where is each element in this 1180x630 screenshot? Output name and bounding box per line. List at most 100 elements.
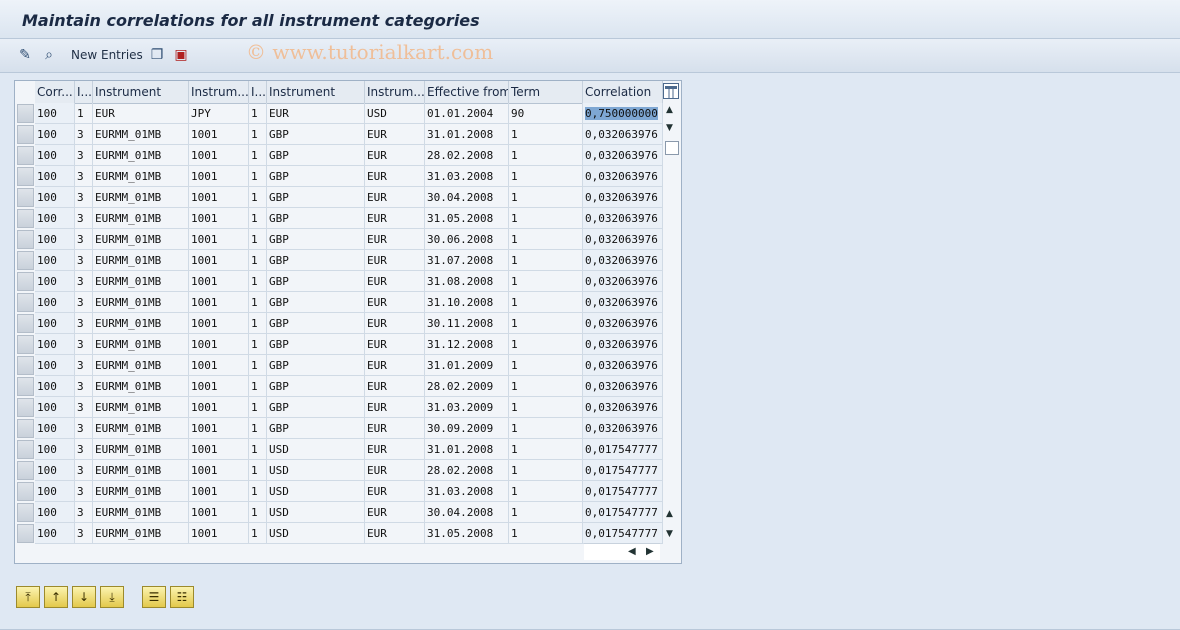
row-selector[interactable] bbox=[17, 251, 34, 270]
table-row[interactable]: 100 3 EURMM_01MB 1001 1 GBP EUR 31.01.2009 1 0,03… bbox=[15, 355, 681, 376]
scroll-down-icon[interactable]: ▼ bbox=[666, 529, 673, 539]
header-effective-from-col[interactable]: Effective from bbox=[425, 81, 509, 103]
row-selector[interactable] bbox=[17, 503, 34, 522]
copy-icon[interactable]: ❐ bbox=[148, 46, 166, 64]
find-icon[interactable]: ⌕ bbox=[40, 46, 58, 64]
cell-cat1-col: 3 bbox=[75, 334, 93, 355]
row-selector[interactable] bbox=[17, 482, 34, 501]
table-row[interactable]: 100 3 EURMM_01MB 1001 1 GBP EUR 30.09.2009 1 0,03… bbox=[15, 418, 681, 439]
row-selector[interactable] bbox=[17, 377, 34, 396]
header-correlation-col[interactable]: Correlation bbox=[583, 81, 663, 103]
table-row[interactable]: 100 3 EURMM_01MB 1001 1 GBP EUR 28.02.2009 1 0,03… bbox=[15, 376, 681, 397]
cell-correlation-col[interactable]: 0,750000000 bbox=[583, 103, 663, 124]
header-instrum1-col[interactable]: Instrum... bbox=[189, 81, 249, 103]
row-selector[interactable] bbox=[17, 272, 34, 291]
table-row[interactable]: 100 3 EURMM_01MB 1001 1 GBP EUR 30.11.2008 1 0,03… bbox=[15, 313, 681, 334]
cell-instrum2-col: EUR bbox=[365, 481, 425, 502]
cell-correlation-col[interactable]: 0,017547777 bbox=[583, 460, 663, 481]
table-row[interactable]: 100 3 EURMM_01MB 1001 1 GBP EUR 31.01.2008 1 0,03… bbox=[15, 124, 681, 145]
cell-cat1-col: 3 bbox=[75, 166, 93, 187]
table-row[interactable]: 100 3 EURMM_01MB 1001 1 GBP EUR 31.07.2008 1 0,03… bbox=[15, 250, 681, 271]
scroll-up-icon[interactable]: ▲ bbox=[666, 105, 673, 115]
table-row[interactable]: 100 3 EURMM_01MB 1001 1 GBP EUR 30.06.2008 1 0,03… bbox=[15, 229, 681, 250]
header-term-col[interactable]: Term bbox=[509, 81, 583, 103]
table-row[interactable]: 100 3 EURMM_01MB 1001 1 GBP EUR 31.05.2008 1 0,03… bbox=[15, 208, 681, 229]
row-selector[interactable] bbox=[17, 209, 34, 228]
cell-value: 28.02.2009 bbox=[427, 380, 494, 393]
row-selector[interactable] bbox=[17, 230, 34, 249]
row-selector[interactable] bbox=[17, 419, 34, 438]
first-page-button[interactable]: ⤒ bbox=[16, 586, 40, 608]
cell-correlation-col[interactable]: 0,032063976 bbox=[583, 166, 663, 187]
previous-page-button[interactable]: ↑ bbox=[44, 586, 68, 608]
cell-correlation-col[interactable]: 0,017547777 bbox=[583, 439, 663, 460]
cell-correlation-col[interactable]: 0,032063976 bbox=[583, 250, 663, 271]
row-selector[interactable] bbox=[17, 293, 34, 312]
cell-correlation-col[interactable]: 0,032063976 bbox=[583, 397, 663, 418]
table-row[interactable]: 100 3 EURMM_01MB 1001 1 GBP EUR 31.03.2008 1 0,03… bbox=[15, 166, 681, 187]
row-selector[interactable] bbox=[17, 524, 34, 543]
table-row[interactable]: 100 1 EUR JPY 1 EUR USD 01.01.2004 90 0,750000000 bbox=[15, 103, 681, 124]
cell-value: 100 bbox=[37, 401, 57, 414]
scroll-up-bottom-icon[interactable]: ▲ bbox=[666, 509, 673, 519]
row-selector[interactable] bbox=[17, 440, 34, 459]
select-all-button[interactable]: ☰ bbox=[142, 586, 166, 608]
table-settings-icon[interactable] bbox=[663, 83, 679, 99]
row-selector[interactable] bbox=[17, 314, 34, 333]
new-entries-button[interactable]: New Entries bbox=[71, 48, 143, 62]
table-row[interactable]: 100 3 EURMM_01MB 1001 1 GBP EUR 28.02.2008 1 0,03… bbox=[15, 145, 681, 166]
cell-correlation-col[interactable]: 0,032063976 bbox=[583, 124, 663, 145]
header-corr-col[interactable]: Corr... bbox=[35, 81, 75, 103]
cell-correlation-col[interactable]: 0,032063976 bbox=[583, 355, 663, 376]
last-page-button[interactable]: ⤓ bbox=[100, 586, 124, 608]
next-page-button[interactable]: ↓ bbox=[72, 586, 96, 608]
row-selector[interactable] bbox=[17, 146, 34, 165]
cell-correlation-col[interactable]: 0,017547777 bbox=[583, 481, 663, 502]
header-instrument1-col[interactable]: Instrument bbox=[93, 81, 189, 103]
cell-correlation-col[interactable]: 0,032063976 bbox=[583, 334, 663, 355]
table-row[interactable]: 100 3 EURMM_01MB 1001 1 USD EUR 31.05.2008 1 0,01… bbox=[15, 523, 681, 544]
cell-correlation-col[interactable]: 0,032063976 bbox=[583, 313, 663, 334]
cell-correlation-col[interactable]: 0,017547777 bbox=[583, 523, 663, 544]
table-row[interactable]: 100 3 EURMM_01MB 1001 1 USD EUR 30.04.2008 1 0,01… bbox=[15, 502, 681, 523]
cell-correlation-col[interactable]: 0,032063976 bbox=[583, 292, 663, 313]
cell-correlation-col[interactable]: 0,032063976 bbox=[583, 418, 663, 439]
table-row[interactable]: 100 3 EURMM_01MB 1001 1 USD EUR 28.02.2008 1 0,01… bbox=[15, 460, 681, 481]
table-row[interactable]: 100 3 EURMM_01MB 1001 1 GBP EUR 31.12.2008 1 0,03… bbox=[15, 334, 681, 355]
row-selector[interactable] bbox=[17, 335, 34, 354]
header-instrum2-col[interactable]: Instrum... bbox=[365, 81, 425, 103]
scroll-right-icon[interactable]: ▶ bbox=[646, 546, 654, 557]
header-cat1-col[interactable]: I... bbox=[75, 81, 93, 103]
table-row[interactable]: 100 3 EURMM_01MB 1001 1 GBP EUR 31.03.2009 1 0,03… bbox=[15, 397, 681, 418]
table-row[interactable]: 100 3 EURMM_01MB 1001 1 GBP EUR 30.04.2008 1 0,03… bbox=[15, 187, 681, 208]
row-selector[interactable] bbox=[17, 356, 34, 375]
table-row[interactable]: 100 3 EURMM_01MB 1001 1 GBP EUR 31.10.2008 1 0,03… bbox=[15, 292, 681, 313]
cell-correlation-col[interactable]: 0,032063976 bbox=[583, 271, 663, 292]
row-selector[interactable] bbox=[17, 104, 34, 123]
table-row[interactable]: 100 3 EURMM_01MB 1001 1 USD EUR 31.01.2008 1 0,01… bbox=[15, 439, 681, 460]
cell-correlation-col[interactable]: 0,032063976 bbox=[583, 145, 663, 166]
row-selector[interactable] bbox=[17, 461, 34, 480]
table-row[interactable]: 100 3 EURMM_01MB 1001 1 USD EUR 31.03.2008 1 0,01… bbox=[15, 481, 681, 502]
scroll-down-small-icon[interactable]: ▼ bbox=[666, 123, 673, 133]
cell-value: 1001 bbox=[191, 338, 218, 351]
row-selector[interactable] bbox=[17, 125, 34, 144]
cell-correlation-col[interactable]: 0,032063976 bbox=[583, 229, 663, 250]
vertical-scrollbar[interactable]: ▲ ▼ ▲ ▼ bbox=[663, 103, 680, 544]
row-selector[interactable] bbox=[17, 398, 34, 417]
change-display-icon[interactable]: ✎ bbox=[16, 46, 34, 64]
table-row[interactable]: 100 3 EURMM_01MB 1001 1 GBP EUR 31.08.2008 1 0,03… bbox=[15, 271, 681, 292]
cell-correlation-col[interactable]: 0,032063976 bbox=[583, 208, 663, 229]
row-selector[interactable] bbox=[17, 167, 34, 186]
scroll-thumb[interactable] bbox=[665, 141, 679, 155]
delete-icon[interactable]: ▣ bbox=[172, 46, 190, 64]
row-selector[interactable] bbox=[17, 188, 34, 207]
deselect-all-button[interactable]: ☷ bbox=[170, 586, 194, 608]
scroll-left-icon[interactable]: ◀ bbox=[628, 546, 636, 557]
cell-correlation-col[interactable]: 0,032063976 bbox=[583, 376, 663, 397]
cell-correlation-col[interactable]: 0,017547777 bbox=[583, 502, 663, 523]
horizontal-scrollbar[interactable]: ◀ ▶ bbox=[584, 543, 660, 560]
header-cat2-col[interactable]: I... bbox=[249, 81, 267, 103]
header-instrument2-col[interactable]: Instrument bbox=[267, 81, 365, 103]
cell-correlation-col[interactable]: 0,032063976 bbox=[583, 187, 663, 208]
